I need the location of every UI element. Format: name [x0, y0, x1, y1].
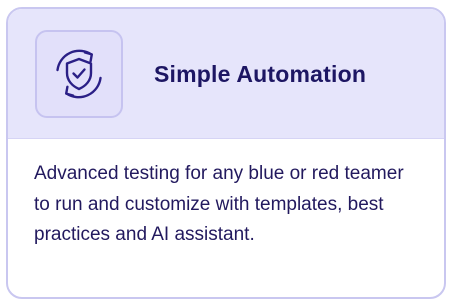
card-title: Simple Automation: [154, 61, 367, 87]
shield-sync-icon: [56, 49, 102, 99]
feature-card: Simple Automation Advanced testing for a…: [6, 7, 446, 299]
card-description: Advanced testing for any blue or red tea…: [34, 163, 404, 245]
card-header: Simple Automation: [8, 9, 444, 139]
icon-container: [35, 30, 123, 118]
